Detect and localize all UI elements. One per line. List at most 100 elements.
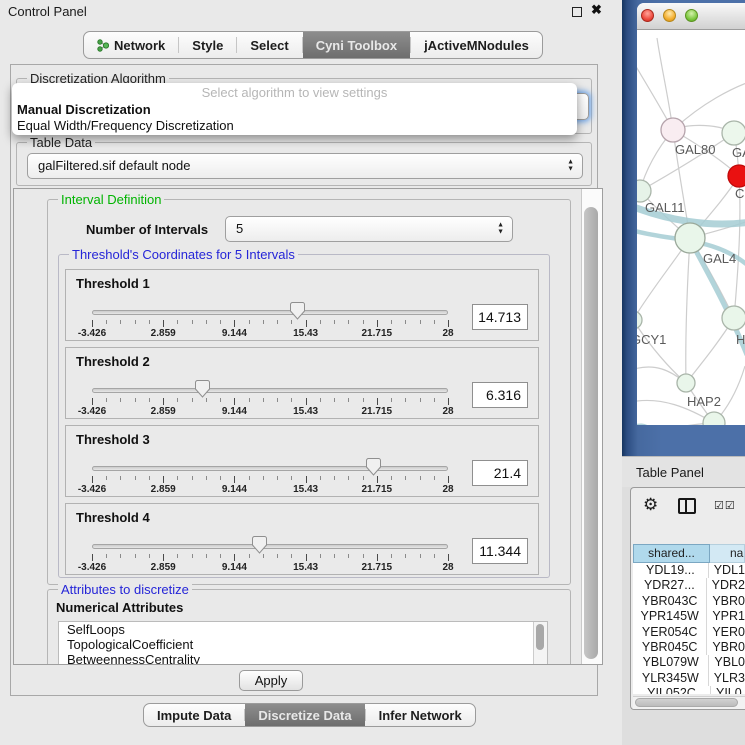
network-canvas[interactable]: GAL80GACGAL11GAL4GCY1HHAP2 — [637, 30, 745, 425]
tick-mark — [448, 554, 449, 561]
node-label-c: C — [735, 186, 744, 201]
tab-cyni-toolbox[interactable]: Cyni Toolbox — [303, 32, 410, 58]
table-row[interactable]: YBR043CYBR0 — [633, 594, 745, 609]
slider-thumb[interactable] — [195, 380, 210, 398]
apply-button[interactable]: Apply — [239, 670, 303, 691]
zoom-traffic-light-icon[interactable] — [685, 9, 698, 22]
close-icon[interactable]: ✖ — [591, 2, 602, 18]
tick-mark — [234, 320, 235, 327]
tab-discretize-data[interactable]: Discretize Data — [245, 704, 364, 726]
tick-mark — [448, 320, 449, 327]
tick-mark — [391, 398, 392, 402]
tab-label: Style — [192, 38, 223, 53]
threshold-value-field[interactable]: 21.4 — [472, 460, 528, 486]
table-row[interactable]: YER054CYER0 — [633, 625, 745, 640]
slider-thumb[interactable] — [366, 458, 381, 476]
table-row[interactable]: YDR27...YDR2 — [633, 578, 745, 593]
slider-track[interactable] — [92, 388, 448, 393]
tick-mark — [363, 476, 364, 480]
network-node[interactable] — [675, 223, 705, 253]
slider-thumb[interactable] — [290, 302, 305, 320]
network-graph[interactable]: GAL80GACGAL11GAL4GCY1HHAP2 — [637, 30, 745, 425]
vertical-scrollbar[interactable] — [581, 189, 602, 664]
tick-mark — [391, 554, 392, 558]
tick-mark — [135, 320, 136, 324]
network-node[interactable] — [637, 180, 651, 202]
table-row[interactable]: YBR045CYBR0 — [633, 640, 745, 655]
network-node[interactable] — [661, 118, 685, 142]
tick-mark — [277, 320, 278, 324]
tick-mark — [135, 398, 136, 402]
top-tab-bar: Network Style SelectCyni ToolboxjActiveMNo… — [83, 31, 543, 59]
tab-label: Impute Data — [157, 708, 231, 723]
tick-mark — [291, 554, 292, 558]
tick-mark — [306, 554, 307, 561]
attribute-list-item[interactable]: SelfLoops — [59, 622, 547, 637]
float-window-icon[interactable] — [572, 7, 582, 17]
attribute-list-item[interactable]: BetweennessCentrality — [59, 652, 547, 665]
bottom-tab-bar: Impute Data Discretize Data Infer Network — [143, 703, 476, 727]
horizontal-scrollbar[interactable] — [633, 696, 745, 709]
num-intervals-spinner[interactable]: 5 ▲▼ — [225, 216, 513, 242]
minimize-traffic-light-icon[interactable] — [663, 9, 676, 22]
gear-icon[interactable]: ⚙ — [643, 495, 658, 515]
table-panel-header: Table Panel — [622, 456, 745, 487]
tab-label: Discretize Data — [258, 708, 351, 723]
table-row[interactable]: YDL19...YDL1 — [633, 563, 745, 578]
network-node[interactable] — [722, 121, 745, 145]
tab-select[interactable]: Select — [237, 32, 301, 58]
table-row[interactable]: YPR145WYPR1 — [633, 609, 745, 624]
attribute-list-item[interactable]: TopologicalCoefficient — [59, 637, 547, 652]
threshold-value-field[interactable]: 11.344 — [472, 538, 528, 564]
tick-mark — [348, 554, 349, 558]
popup-item-manual-discretization[interactable]: Manual Discretization — [12, 102, 577, 118]
vertical-scrollbar-thumb[interactable] — [584, 207, 598, 659]
slider-track[interactable] — [92, 310, 448, 315]
tick-mark — [149, 398, 150, 402]
tab-network[interactable]: Network — [84, 32, 178, 58]
table-rows: YDL19...YDL1YDR27...YDR2YBR043CYBR0YPR14… — [633, 563, 745, 694]
horizontal-scrollbar-thumb[interactable] — [635, 698, 738, 707]
tick-mark — [434, 554, 435, 558]
table-data-combobox[interactable]: galFiltered.sif default node ▲▼ — [27, 153, 583, 179]
tick-mark — [448, 476, 449, 483]
tick-mark — [377, 476, 378, 483]
table-data-selected-value: galFiltered.sif default node — [38, 154, 190, 178]
network-node[interactable] — [728, 165, 745, 187]
tick-mark — [249, 476, 250, 480]
list-scrollbar[interactable] — [533, 622, 547, 665]
column-header-shared[interactable]: shared... — [633, 544, 710, 563]
table-panel-title: Table Panel — [636, 465, 704, 480]
table-row[interactable]: YIL052CYIL0 — [633, 686, 745, 694]
numerical-attributes-label: Numerical Attributes — [56, 600, 183, 615]
tick-mark — [220, 398, 221, 402]
select-columns-icon[interactable]: ☑☑ — [714, 499, 736, 512]
network-node[interactable] — [637, 311, 642, 329]
slider-track[interactable] — [92, 466, 448, 471]
tab-style[interactable]: Style — [179, 32, 236, 58]
tab-infer-network[interactable]: Infer Network — [366, 704, 475, 726]
cell-shared-name: YDR27... — [633, 578, 706, 593]
tick-label: 15.43 — [293, 562, 318, 573]
network-window-titlebar[interactable] — [637, 3, 745, 30]
tab-jactivemnodules[interactable]: jActiveMNodules — [411, 32, 542, 58]
tab-impute-data[interactable]: Impute Data — [144, 704, 244, 726]
close-traffic-light-icon[interactable] — [641, 9, 654, 22]
slider-ticks — [92, 320, 448, 328]
stepper-arrows-icon: ▲▼ — [567, 160, 574, 173]
column-header-na[interactable]: na — [710, 544, 745, 563]
slider-track[interactable] — [92, 544, 448, 549]
tick-mark — [363, 554, 364, 558]
network-edge — [686, 238, 690, 383]
tick-mark — [320, 476, 321, 480]
split-columns-icon[interactable] — [678, 498, 696, 514]
list-scrollbar-thumb[interactable] — [536, 624, 544, 650]
popup-item-equal-width-frequency-discretization[interactable]: Equal Width/Frequency Discretization — [12, 118, 577, 134]
threshold-value-field[interactable]: 14.713 — [472, 304, 528, 330]
table-row[interactable]: YBL079WYBL0 — [633, 655, 745, 670]
threshold-value-field[interactable]: 6.316 — [472, 382, 528, 408]
network-node[interactable] — [722, 306, 745, 330]
slider-thumb[interactable] — [252, 536, 267, 554]
table-row[interactable]: YLR345WYLR3 — [633, 671, 745, 686]
network-node[interactable] — [677, 374, 695, 392]
